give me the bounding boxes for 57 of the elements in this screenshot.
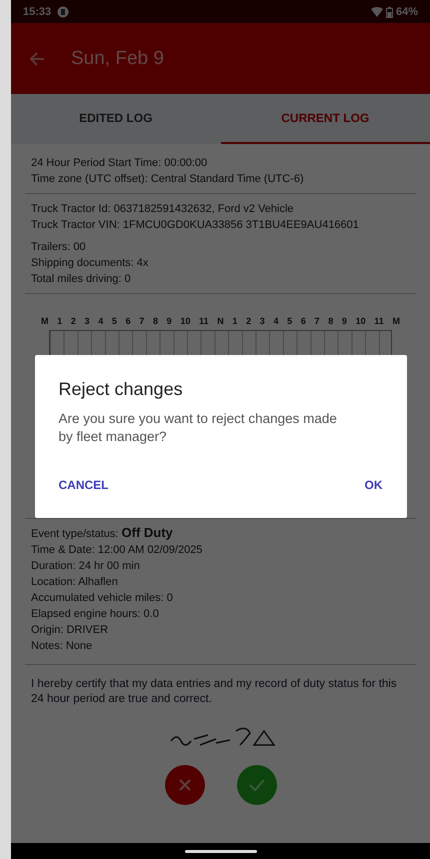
certification-text: I hereby certify that my data entries and my record of duty status for this 24 hour period are true and correct. [30, 677, 398, 707]
reject-button[interactable] [164, 765, 204, 805]
wifi-icon [370, 7, 383, 17]
hour-label: 8 [328, 316, 334, 326]
hour-label: 6 [126, 316, 131, 326]
info-field: Truck Tractor Id: 0637182591432632, Ford v2 Vehicle [31, 201, 410, 217]
dialog-message: Are you sure you want to reject changes made by fleet manager? [58, 410, 338, 446]
info-field: Duration: 24 hr 00 min [31, 558, 410, 574]
hour-label: 3 [84, 316, 90, 326]
battery-icon [386, 6, 393, 18]
back-arrow-icon [29, 50, 45, 66]
info-field: Origin: DRIVER [31, 622, 410, 638]
info-field: Elapsed engine hours: 0.0 [31, 606, 410, 622]
hour-label: 3 [260, 316, 265, 326]
hour-label: N [217, 316, 224, 326]
dialog-button[interactable]: OK [352, 468, 394, 502]
home-indicator[interactable] [184, 850, 256, 852]
hour-label: 2 [246, 316, 252, 326]
dialog-button[interactable]: CANCEL [46, 468, 120, 502]
hour-label: 10 [356, 316, 366, 326]
info-field: Trailers: 00 [31, 239, 410, 255]
info-field: Notes: None [31, 638, 410, 654]
info-field: Location: Alhaflen [31, 574, 410, 590]
hour-label: 11 [199, 316, 209, 326]
hour-label: 9 [166, 316, 172, 326]
notification-icon [57, 6, 70, 18]
hour-label: 6 [300, 316, 306, 326]
dialog-title: Reject changes [58, 379, 184, 400]
close-icon [178, 778, 192, 792]
hour-label: 9 [342, 316, 347, 326]
hour-label: 7 [314, 316, 320, 326]
hour-label: 1 [57, 316, 62, 326]
hour-label: 10 [180, 316, 190, 326]
hour-label: 11 [374, 316, 384, 326]
hour-label: 7 [139, 316, 144, 326]
hour-label: 2 [70, 316, 76, 326]
screen-title: Sun, Feb 9 [71, 48, 164, 70]
checkmark-icon [248, 778, 264, 792]
status-time: 15:33 [23, 6, 52, 18]
info-field: Shipping documents: 4x [31, 255, 410, 271]
info-field: Event type/status: Off Duty [31, 525, 410, 542]
hour-label: 4 [98, 316, 104, 326]
info-field: Truck Tractor VIN: 1FMCU0GD0KUA33856 3T1BU4EE9AU416601 [31, 217, 410, 233]
hour-label: 1 [232, 316, 238, 326]
hour-label: 5 [287, 316, 292, 326]
hour-label: M [392, 316, 400, 326]
hour-label: 4 [273, 316, 278, 326]
accept-button[interactable] [236, 765, 276, 805]
hour-label: M [41, 316, 48, 326]
info-field: Total miles driving: 0 [31, 271, 410, 287]
info-field: Time zone (UTC offset): Central Standard Time (UTC-6) [31, 171, 410, 187]
hour-label: 8 [152, 316, 158, 326]
battery-percent: 64% [396, 6, 418, 18]
info-field: Time & Date: 12:00 AM 02/09/2025 [31, 542, 410, 558]
hour-label: 5 [112, 316, 117, 326]
info-field: Accumulated vehicle miles: 0 [31, 590, 410, 606]
info-field: 24 Hour Period Start Time: 00:00:00 [31, 155, 410, 171]
